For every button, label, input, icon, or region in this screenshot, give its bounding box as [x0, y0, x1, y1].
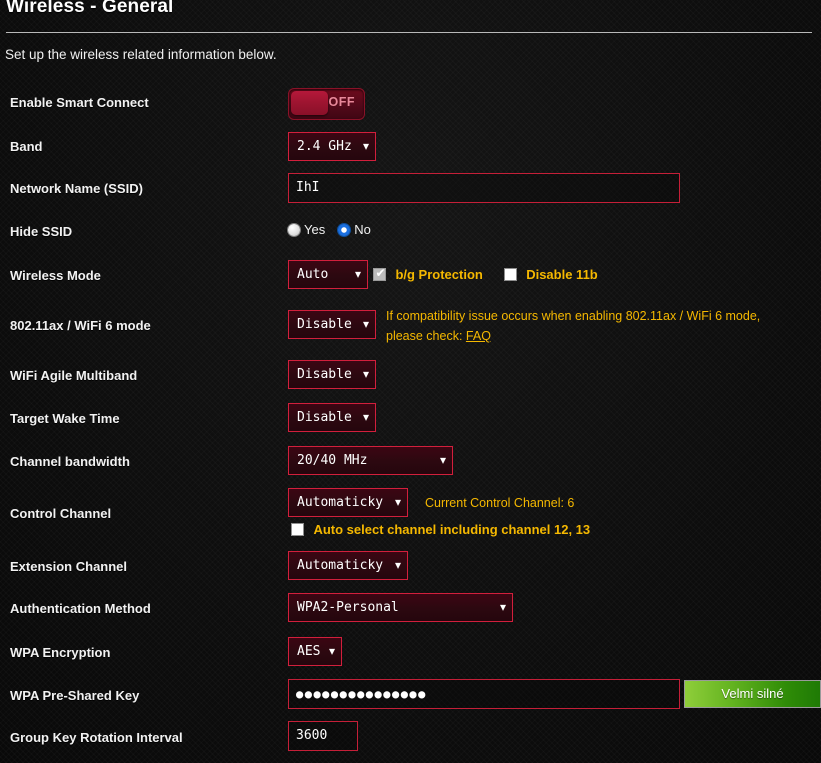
extension-channel-select[interactable]: Automaticky ▾	[288, 551, 408, 580]
wifi6-hint-line1: If compatibility issue occurs when enabl…	[386, 309, 761, 323]
label-wifi6-mode: 802.11ax / WiFi 6 mode	[10, 318, 151, 333]
title-divider	[6, 32, 812, 33]
group-key-rotation-input[interactable]: 3600	[288, 721, 358, 751]
control-channel-select[interactable]: Automaticky ▾	[288, 488, 408, 517]
page-title: Wireless - General	[6, 0, 174, 17]
label-wireless-mode: Wireless Mode	[10, 268, 101, 283]
label-psk: WPA Pre-Shared Key	[10, 688, 140, 703]
channel-bandwidth-value: 20/40 MHz	[297, 453, 368, 468]
label-ssid: Network Name (SSID)	[10, 181, 143, 196]
hide-ssid-radio-group: Yes No	[288, 222, 384, 237]
chevron-down-icon: ▾	[328, 644, 335, 658]
label-smart-connect: Enable Smart Connect	[10, 95, 149, 110]
hide-ssid-radio-no[interactable]: No	[338, 222, 371, 237]
wifi6-mode-value: Disable	[297, 317, 352, 332]
psk-input[interactable]: ●●●●●●●●●●●●●●●	[288, 679, 680, 709]
hide-ssid-radio-yes[interactable]: Yes	[288, 222, 325, 237]
faq-link[interactable]: FAQ	[466, 329, 491, 343]
current-control-channel-text: Current Control Channel: 6	[425, 496, 575, 510]
label-wpa-encryption: WPA Encryption	[10, 645, 111, 660]
disable-11b-label: Disable 11b	[526, 267, 598, 282]
chevron-down-icon: ▾	[362, 317, 369, 331]
wireless-mode-options: b/g Protection Disable 11b	[373, 266, 598, 284]
channel-bandwidth-select[interactable]: 20/40 MHz ▾	[288, 446, 453, 475]
label-group-key-rotation: Group Key Rotation Interval	[10, 730, 183, 745]
auth-method-value: WPA2-Personal	[297, 600, 399, 615]
auto-select-channel-label: Auto select channel including channel 12…	[313, 522, 591, 537]
label-hide-ssid: Hide SSID	[10, 224, 73, 239]
disable-11b-checkbox[interactable]	[503, 268, 517, 281]
wifi6-hint: If compatibility issue occurs when enabl…	[386, 306, 760, 346]
hide-ssid-yes-label: Yes	[304, 222, 326, 237]
label-agile-multiband: WiFi Agile Multiband	[10, 368, 138, 383]
auto-select-channel-checkbox[interactable]	[291, 523, 304, 536]
wifi6-mode-select[interactable]: Disable ▾	[288, 310, 376, 339]
chevron-down-icon: ▾	[362, 410, 369, 424]
auth-method-select[interactable]: WPA2-Personal ▾	[288, 593, 513, 622]
page-description: Set up the wireless related information …	[5, 47, 277, 62]
chevron-down-icon: ▾	[354, 267, 361, 281]
control-channel-value: Automaticky	[297, 495, 384, 510]
label-target-wake-time: Target Wake Time	[10, 411, 120, 426]
chevron-down-icon: ▾	[499, 600, 506, 614]
ssid-input[interactable]: IhI	[288, 173, 680, 203]
wpa-encryption-value: AES	[297, 644, 321, 659]
wireless-mode-value: Auto	[297, 267, 329, 282]
chevron-down-icon: ▾	[439, 453, 446, 467]
label-extension-channel: Extension Channel	[10, 559, 128, 574]
chevron-down-icon: ▾	[362, 139, 369, 153]
radio-unselected-icon	[288, 224, 300, 236]
label-band: Band	[10, 139, 43, 154]
wireless-general-page: Wireless - General Set up the wireless r…	[0, 0, 821, 763]
label-control-channel: Control Channel	[10, 506, 112, 521]
target-wake-time-value: Disable	[297, 410, 352, 425]
wpa-encryption-select[interactable]: AES ▾	[288, 637, 342, 666]
wireless-mode-select[interactable]: Auto ▾	[288, 260, 368, 289]
hide-ssid-no-label: No	[354, 222, 371, 237]
smart-connect-toggle[interactable]: OFF	[288, 88, 365, 120]
wifi6-hint-prefix: please check:	[386, 329, 463, 343]
chevron-down-icon: ▾	[394, 495, 401, 509]
bg-protection-checkbox[interactable]	[373, 266, 387, 281]
radio-selected-icon	[338, 224, 351, 236]
psk-strength-badge: Velmi silné	[684, 680, 821, 708]
bg-protection-label: b/g Protection	[395, 267, 483, 282]
toggle-knob	[291, 91, 328, 115]
label-channel-bandwidth: Channel bandwidth	[10, 454, 130, 469]
extension-channel-value: Automaticky	[297, 558, 384, 573]
band-select[interactable]: 2.4 GHz ▾	[288, 132, 376, 161]
chevron-down-icon: ▾	[394, 558, 401, 572]
agile-multiband-value: Disable	[297, 367, 352, 382]
wifi6-hint-line2: please check: FAQ	[386, 326, 760, 346]
band-select-value: 2.4 GHz	[297, 139, 352, 154]
chevron-down-icon: ▾	[362, 367, 369, 381]
agile-multiband-select[interactable]: Disable ▾	[288, 360, 376, 389]
target-wake-time-select[interactable]: Disable ▾	[288, 403, 376, 432]
auto-select-channel-row: Auto select channel including channel 12…	[291, 521, 590, 539]
toggle-state-label: OFF	[328, 95, 355, 109]
label-auth-method: Authentication Method	[10, 601, 151, 616]
